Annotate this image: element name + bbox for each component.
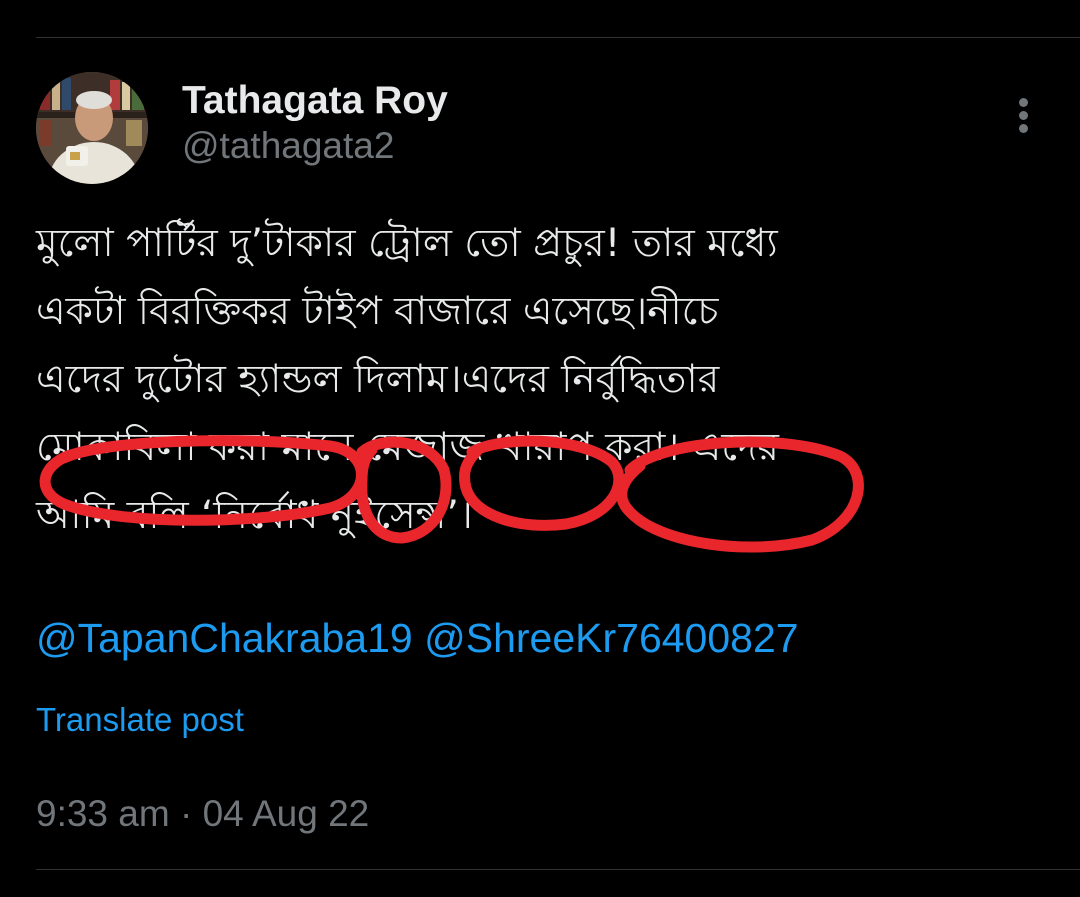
bottom-divider — [36, 869, 1080, 870]
more-vertical-icon-dot — [1019, 124, 1028, 133]
post-timestamp[interactable]: 9:33 am · 04 Aug 22 — [36, 792, 369, 836]
author-handle[interactable]: @tathagata2 — [182, 124, 448, 168]
mention-link[interactable]: @TapanChakraba19 — [36, 615, 413, 661]
top-divider — [36, 37, 1080, 38]
avatar[interactable] — [36, 72, 148, 184]
author-block[interactable]: Tathagata Roy @tathagata2 — [182, 78, 448, 168]
post-line: মোকাবিলা করা মানে মেজাজ খারাপ করা। এদের — [36, 425, 779, 470]
post-line: মুলো পার্টির দু’টাকার ট্রোল তো প্রচুর! ত… — [36, 221, 778, 266]
mentions-line: @TapanChakraba19 @ShreeKr76400827 — [36, 606, 799, 670]
translate-post-link[interactable]: Translate post — [36, 700, 244, 740]
post-text: মুলো পার্টির দু’টাকার ট্রোল তো প্রচুর! ত… — [36, 210, 1046, 550]
author-display-name[interactable]: Tathagata Roy — [182, 78, 448, 124]
post-line: একটা বিরক্তিকর টাইপ বাজারে এসেছে।নীচে — [36, 289, 719, 334]
more-options-button[interactable] — [1004, 96, 1044, 136]
mention-link[interactable]: @ShreeKr76400827 — [424, 615, 798, 661]
post-line: আমি বলি ‘নির্বোধ নুইসেন্স’। — [36, 493, 473, 538]
more-vertical-icon-dot — [1019, 111, 1028, 120]
more-vertical-icon — [1019, 98, 1028, 107]
post-line: এদের দুটোর হ্যান্ডল দিলাম।এদের নির্বুদ্ধ… — [36, 357, 720, 402]
avatar-photo — [36, 72, 148, 184]
